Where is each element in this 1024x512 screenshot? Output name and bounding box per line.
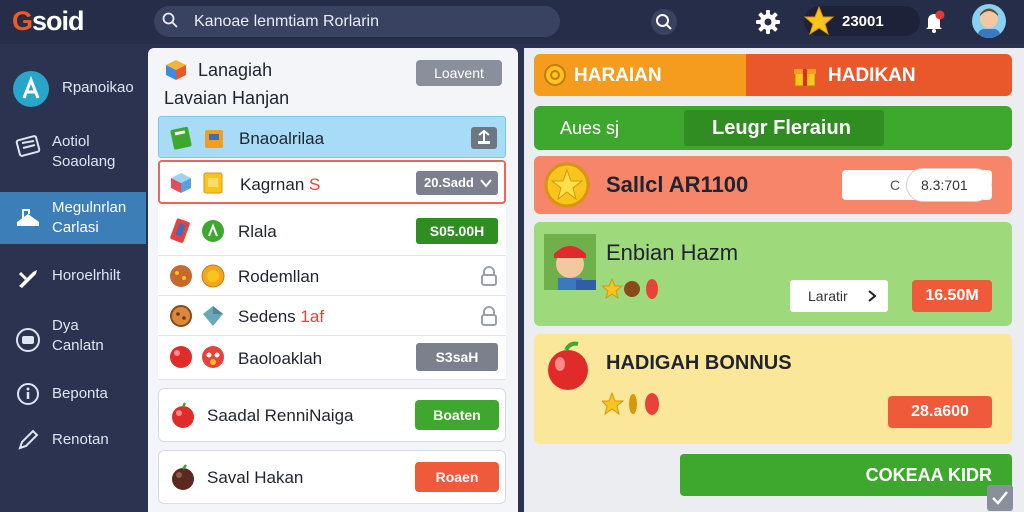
notification-icon[interactable] bbox=[920, 8, 948, 36]
fruit-icon bbox=[172, 464, 194, 490]
timer-field[interactable]: C 8.3:701 bbox=[842, 168, 992, 202]
ruler-icon bbox=[170, 126, 192, 150]
sidebar-item-cart[interactable]: Megulnrlan Carlasi bbox=[0, 192, 146, 244]
top-bar: Gsoid Kanoae lenmtiam Rorlarin 23001 bbox=[0, 0, 1024, 44]
gift-icon bbox=[794, 69, 816, 87]
info-icon bbox=[17, 383, 39, 405]
coin-icon bbox=[201, 264, 225, 288]
coin-icon bbox=[544, 64, 566, 86]
gear-icon[interactable] bbox=[754, 8, 782, 36]
sidebar-item-tools[interactable]: Horoelrhilt bbox=[0, 258, 146, 310]
pencil-icon bbox=[18, 429, 39, 450]
list-item[interactable]: Sedens 1af bbox=[158, 296, 506, 336]
list-item[interactable]: Rodemllan bbox=[158, 256, 506, 296]
sidebar-item-info[interactable]: Beponta bbox=[0, 376, 146, 416]
cta-button[interactable]: COKEAA KIDR bbox=[680, 454, 1012, 496]
ball-icon bbox=[170, 346, 192, 368]
face-icon bbox=[202, 346, 224, 368]
coin-balance[interactable]: 23001 bbox=[804, 6, 920, 36]
price-badge[interactable]: S3saH bbox=[416, 343, 498, 371]
quantity-select[interactable]: 20.Sadd bbox=[416, 171, 498, 195]
star-icon bbox=[804, 6, 834, 36]
apple-icon bbox=[172, 402, 194, 428]
level-label: Leugr Fleraiun bbox=[684, 110, 884, 146]
price-badge[interactable]: S05.00H bbox=[416, 218, 498, 244]
redeem-button[interactable]: Roaen bbox=[415, 462, 499, 492]
sidebar-item-settings[interactable]: Dya Canlatn bbox=[0, 312, 146, 366]
coin-value: 23001 bbox=[842, 13, 884, 30]
chevron-right-icon bbox=[868, 290, 877, 302]
character-avatar bbox=[544, 234, 596, 290]
rewards-icons bbox=[602, 277, 658, 300]
profile-icon bbox=[13, 71, 49, 107]
claim-button[interactable]: Boaten bbox=[415, 400, 499, 430]
search-input[interactable]: Kanoae lenmtiam Rorlarin bbox=[154, 6, 560, 37]
gem-icon bbox=[203, 306, 223, 326]
leaf-icon bbox=[202, 220, 224, 242]
search-icon[interactable] bbox=[650, 8, 678, 36]
app-logo[interactable]: Gsoid bbox=[12, 6, 85, 37]
sidebar-item-list[interactable]: Aotiol Soaolang bbox=[0, 128, 146, 182]
cookie-icon bbox=[170, 305, 192, 327]
sidebar: Rpanoikao Aotiol Soaolang Megulnrlan Car… bbox=[0, 44, 146, 512]
reward-card[interactable]: Saadal RenniNaiga Boaten bbox=[158, 388, 506, 442]
list-icon bbox=[15, 135, 41, 157]
cube-icon bbox=[166, 60, 186, 80]
cart-icon bbox=[17, 209, 39, 226]
chevron-down-icon bbox=[480, 179, 492, 188]
list-item[interactable]: Bnaoalrilaa bbox=[158, 116, 506, 158]
sidebar-item-profile[interactable]: Rpanoikao bbox=[0, 62, 146, 114]
search-icon bbox=[162, 12, 178, 28]
bonus-button[interactable]: 28.a600 bbox=[888, 396, 992, 428]
buy-button[interactable]: 16.50M bbox=[912, 280, 992, 312]
avatar[interactable] bbox=[972, 4, 1006, 38]
select-dropdown[interactable]: Laratir bbox=[790, 280, 888, 312]
lock-icon[interactable] bbox=[480, 306, 498, 326]
list-item[interactable]: Baoloaklah S3saH bbox=[158, 336, 506, 380]
settings-icon bbox=[16, 328, 40, 352]
user-avatar-icon bbox=[978, 8, 1000, 38]
reward-card[interactable]: Saval Hakan Roaen bbox=[158, 450, 506, 504]
offer-banner[interactable]: Sallcl AR1100 C 8.3:701 bbox=[534, 156, 1012, 214]
load-button[interactable]: Loavent bbox=[416, 60, 502, 86]
box-icon bbox=[205, 130, 223, 148]
rewards-icons bbox=[602, 391, 659, 416]
bonus-banner[interactable]: HADIGAH BONNUS 28.a600 bbox=[534, 334, 1012, 444]
wrench-icon bbox=[18, 270, 37, 288]
card-icon bbox=[203, 172, 223, 194]
tab-rewards[interactable]: HADIKAN bbox=[746, 54, 1012, 96]
star-coin-icon bbox=[544, 162, 590, 208]
tab-today[interactable]: HARAIAN bbox=[534, 54, 746, 96]
apple-icon bbox=[548, 341, 588, 390]
cube-icon bbox=[171, 173, 191, 193]
lock-icon[interactable] bbox=[480, 266, 498, 286]
panel-title: Lanagiah bbox=[198, 60, 273, 80]
ticket-icon bbox=[170, 218, 190, 243]
offer-banner[interactable]: Enbian Hazm Laratir 16.50M bbox=[534, 222, 1012, 326]
share-icon[interactable] bbox=[471, 127, 497, 149]
list-item[interactable]: Kagrnan S 20.Sadd bbox=[158, 160, 506, 204]
level-bar[interactable]: Aues sj Leugr Fleraiun bbox=[534, 106, 1012, 150]
panel-subtitle: Lavaian Hanjan bbox=[164, 88, 290, 108]
cookie-icon bbox=[170, 265, 192, 287]
sidebar-item-edit[interactable]: Renotan bbox=[0, 422, 146, 462]
checkbox-icon[interactable] bbox=[986, 484, 1014, 512]
search-value: Kanoae lenmtiam Rorlarin bbox=[194, 13, 379, 30]
list-item[interactable]: Rlala S05.00H bbox=[158, 206, 506, 256]
